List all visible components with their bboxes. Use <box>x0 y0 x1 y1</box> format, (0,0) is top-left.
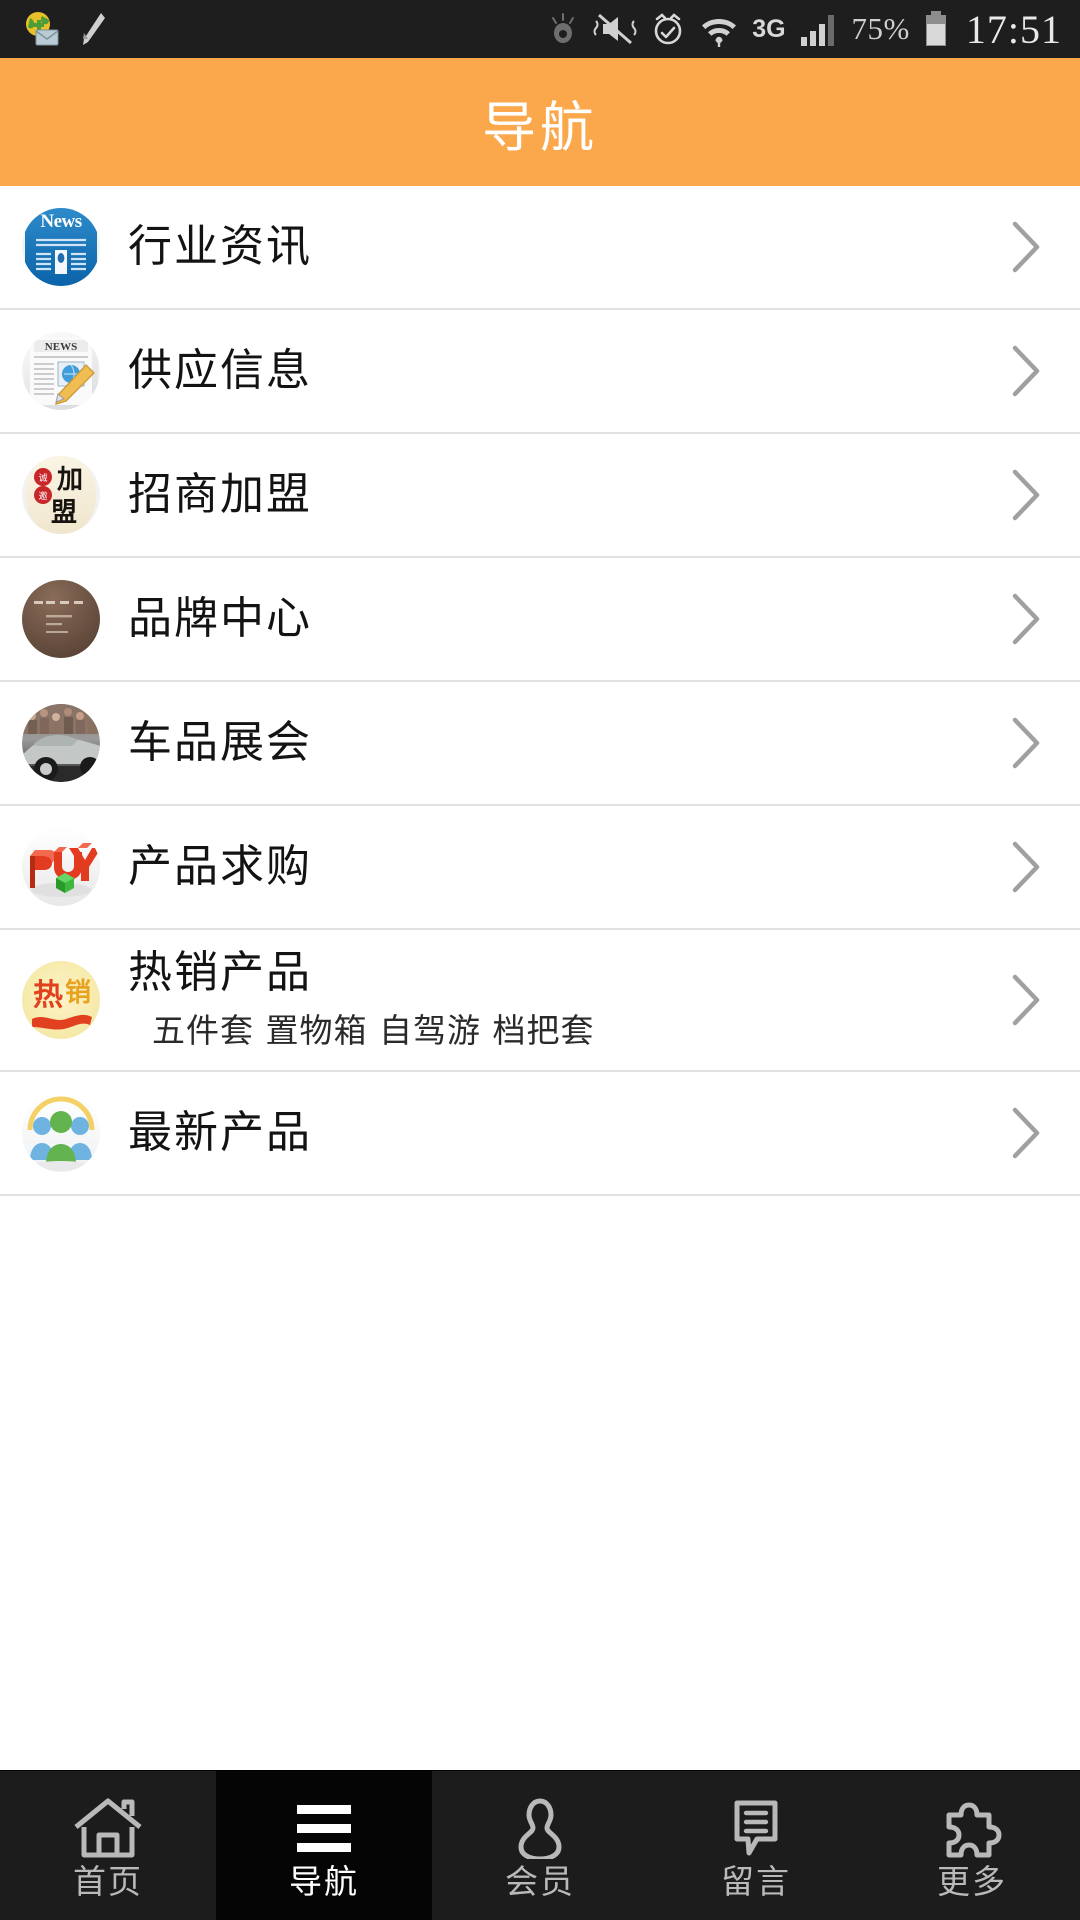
newspaper-pencil-icon: NEWS <box>22 332 100 410</box>
app-root: 3G 75% 17:51 导航 News 行业资讯 NEWS 供应信息 诚 邀 … <box>0 0 1080 1920</box>
hot-sale-icon: 热 销 <box>22 961 100 1039</box>
chevron-right-icon <box>1006 219 1046 275</box>
signal-bars-icon <box>799 11 839 47</box>
list-item[interactable]: 品牌中心 <box>0 558 1080 682</box>
tab-message[interactable]: 留言 <box>648 1771 864 1920</box>
list-item[interactable]: News 行业资讯 <box>0 186 1080 310</box>
mail-globe-icon <box>22 10 62 48</box>
list-item-texts: 最新产品 <box>128 1107 990 1159</box>
list-item-texts: 产品求购 <box>128 841 990 893</box>
tab-label: 更多 <box>937 1862 1007 1901</box>
empty-space <box>0 1196 1080 1770</box>
page-header: 导航 <box>0 58 1080 186</box>
chevron-right-icon <box>1006 715 1046 771</box>
list-item[interactable]: 诚 邀 加 盟 招商加盟 <box>0 434 1080 558</box>
svg-text:邀: 邀 <box>38 490 47 502</box>
chevron-right-icon <box>1006 591 1046 647</box>
eye-smart-stay-icon <box>546 12 580 46</box>
list-item-texts: 供应信息 <box>128 345 990 397</box>
chevron-right-icon <box>1006 467 1046 523</box>
chevron-right-icon <box>1006 1105 1046 1161</box>
list-item-label: 最新产品 <box>128 1107 312 1159</box>
chevron-right-icon <box>1006 839 1046 895</box>
jiameng-seal-icon: 诚 邀 加 盟 <box>22 456 100 534</box>
tab-member[interactable]: 会员 <box>432 1771 648 1920</box>
svg-text:盟: 盟 <box>51 498 77 528</box>
list-item-label: 热销产品 <box>128 947 312 999</box>
home-icon <box>71 1793 145 1859</box>
list-item[interactable]: 热 销 热销产品 五件套 置物箱 自驾游 档把套 <box>0 930 1080 1072</box>
list-item-label: 供应信息 <box>128 345 312 397</box>
list-item-label: 车品展会 <box>128 717 312 769</box>
page-title: 导航 <box>482 95 598 159</box>
svg-text:加: 加 <box>57 465 83 495</box>
news-paper-blue-icon: News <box>22 208 100 286</box>
pencil-icon <box>76 10 106 48</box>
tab-more[interactable]: 更多 <box>864 1771 1080 1920</box>
list-item-texts: 行业资讯 <box>128 221 990 273</box>
car-expo-photo-icon <box>22 704 100 782</box>
buy-3d-icon <box>22 828 100 906</box>
list-item[interactable]: 车品展会 <box>0 682 1080 806</box>
list-item-label: 产品求购 <box>128 841 312 893</box>
nav-list: News 行业资讯 NEWS 供应信息 诚 邀 加 盟 招商加盟 品牌中心 车品… <box>0 186 1080 1196</box>
list-item-texts: 热销产品 五件套 置物箱 自驾游 档把套 <box>128 948 990 1051</box>
mute-vibrate-icon <box>593 12 637 46</box>
svg-text:销: 销 <box>65 978 91 1008</box>
bottom-tab-bar: 首页 导航 会员 留言 更多 <box>0 1770 1080 1920</box>
list-item-texts: 品牌中心 <box>128 593 990 645</box>
battery-percent-label: 75% <box>851 11 910 46</box>
list-item-label: 品牌中心 <box>128 593 312 645</box>
tab-label: 会员 <box>505 1862 575 1901</box>
network-type-label: 3G <box>752 14 786 43</box>
list-item[interactable]: NEWS 供应信息 <box>0 310 1080 434</box>
list-item-texts: 招商加盟 <box>128 469 990 521</box>
list-item-texts: 车品展会 <box>128 717 990 769</box>
hamburger-menu-icon <box>287 1793 361 1859</box>
status-bar-right: 3G 75% 17:51 <box>546 6 1062 53</box>
battery-icon <box>923 10 949 48</box>
list-item-subtitle: 五件套 置物箱 自驾游 档把套 <box>152 1010 595 1050</box>
list-item[interactable]: 产品求购 <box>0 806 1080 930</box>
chevron-right-icon <box>1006 343 1046 399</box>
svg-text:热: 热 <box>33 978 63 1013</box>
list-item-label: 行业资讯 <box>128 221 312 273</box>
person-icon <box>503 1793 577 1859</box>
tab-label: 首页 <box>73 1862 143 1901</box>
alarm-icon <box>650 11 686 47</box>
tab-label: 导航 <box>289 1862 359 1901</box>
tab-home[interactable]: 首页 <box>0 1771 216 1920</box>
clock-label: 17:51 <box>965 6 1062 52</box>
status-bar: 3G 75% 17:51 <box>0 0 1080 58</box>
list-item-label: 招商加盟 <box>128 469 312 521</box>
puzzle-piece-icon <box>935 1793 1009 1859</box>
svg-text:诚: 诚 <box>38 472 47 484</box>
tab-label: 留言 <box>721 1862 791 1901</box>
status-bar-left <box>22 10 106 48</box>
wifi-icon <box>699 11 739 47</box>
svg-text:NEWS: NEWS <box>45 341 77 353</box>
comment-bubble-icon <box>719 1793 793 1859</box>
tab-navigation[interactable]: 导航 <box>216 1771 432 1920</box>
list-item[interactable]: 最新产品 <box>0 1072 1080 1196</box>
people-group-icon <box>22 1094 100 1172</box>
chevron-right-icon <box>1006 972 1046 1028</box>
brand-plaque-icon <box>22 580 100 658</box>
